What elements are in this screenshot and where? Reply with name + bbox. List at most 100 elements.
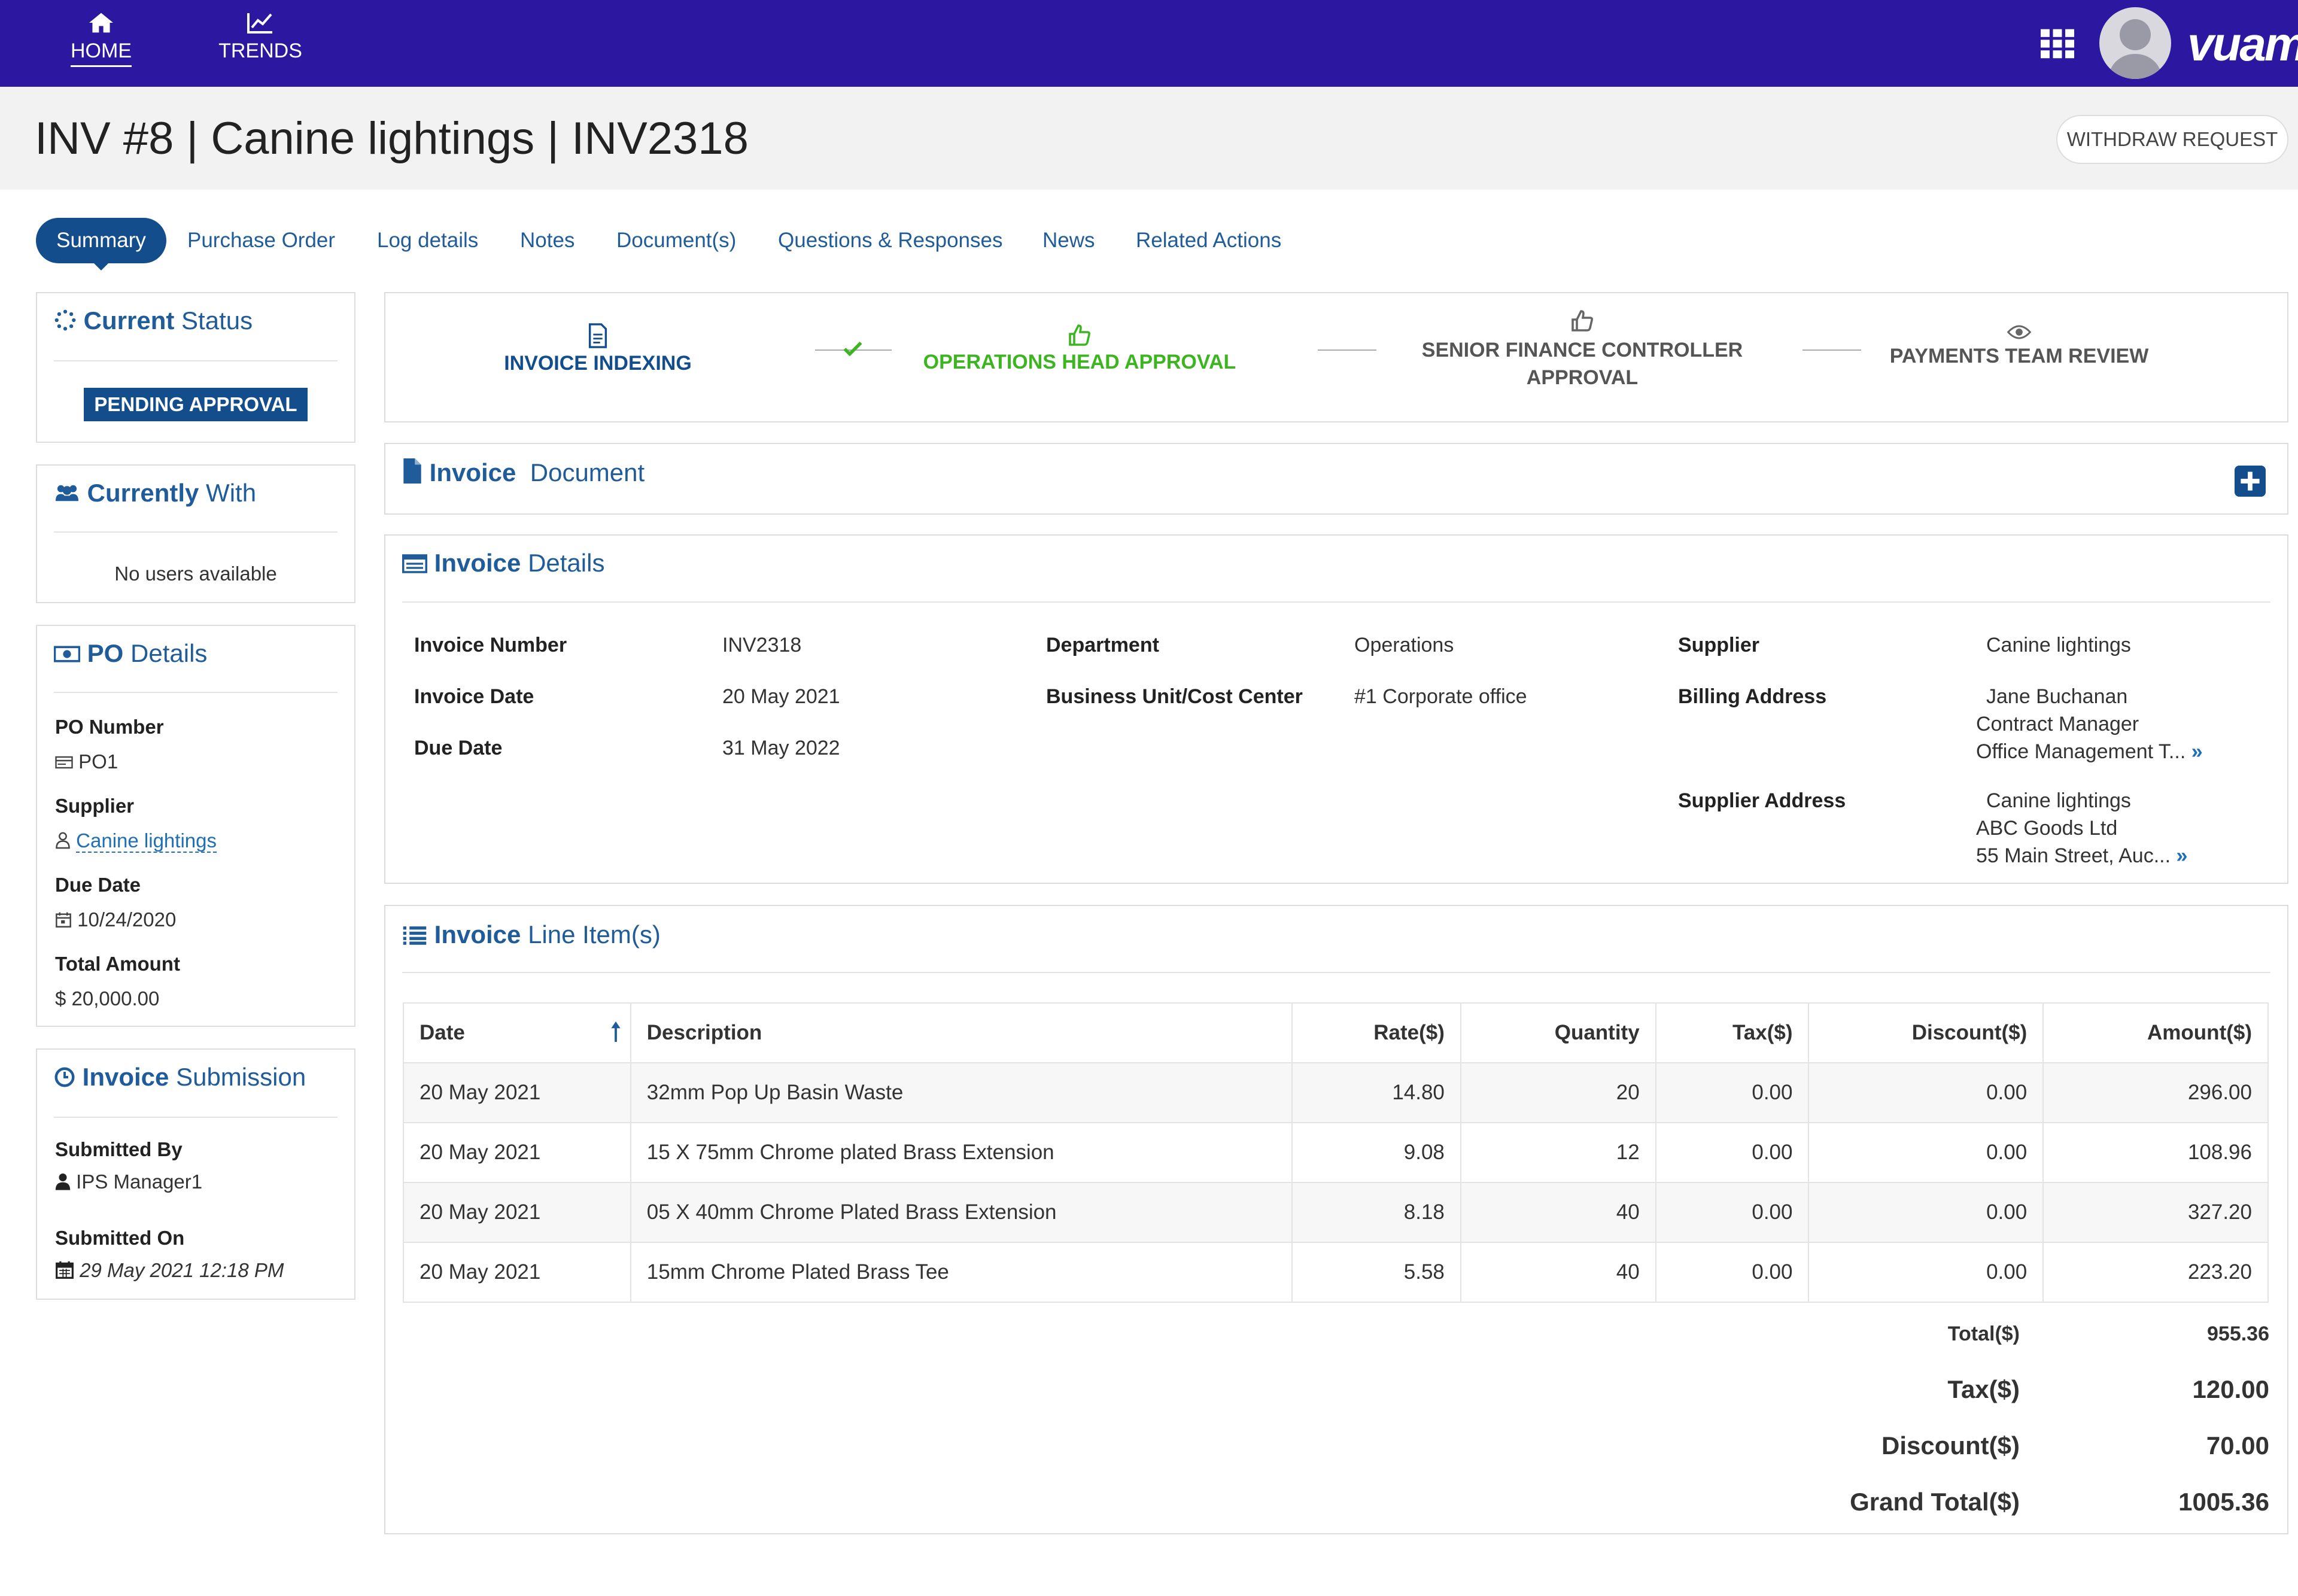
cell-quantity: 12	[1460, 1122, 1656, 1183]
column-header-rate[interactable]: Rate($)	[1291, 1002, 1461, 1063]
column-header-amount[interactable]: Amount($)	[2042, 1002, 2269, 1063]
tab-purchase-order[interactable]: Purchase Order	[187, 218, 335, 263]
invoice-line-items-title: Invoice Line Item(s)	[402, 920, 661, 949]
invoice-submission-title: Invoice Submission	[54, 1063, 306, 1092]
table-row: 20 May 2021 32mm Pop Up Basin Waste 14.8…	[403, 1062, 2269, 1123]
cell-description: 15mm Chrome Plated Brass Tee	[630, 1242, 1293, 1303]
cell-rate: 14.80	[1291, 1062, 1461, 1123]
tax-total-label: Tax($)	[1947, 1375, 2020, 1403]
column-header-tax[interactable]: Tax($)	[1655, 1002, 1810, 1063]
grand-total-value: 1005.36	[2178, 1488, 2269, 1516]
tab-summary[interactable]: Summary	[36, 218, 166, 263]
cell-quantity: 40	[1460, 1182, 1656, 1243]
tab-documents[interactable]: Document(s)	[616, 218, 736, 263]
po-supplier-link[interactable]: Canine lightings	[76, 829, 217, 853]
document-icon	[588, 323, 607, 348]
workflow-step-invoice-indexing: INVOICE INDEXING	[487, 323, 709, 375]
user-icon	[55, 1174, 71, 1190]
cell-discount: 0.00	[1808, 1062, 2044, 1123]
cell-date: 20 May 2021	[403, 1122, 631, 1183]
cell-quantity: 20	[1460, 1062, 1656, 1123]
clock-icon	[54, 1067, 75, 1087]
department-value: Operations	[1354, 634, 1454, 656]
po-due-date-value: 10/24/2020	[55, 908, 176, 931]
current-status-title: Current Status	[54, 306, 253, 335]
user-avatar[interactable]	[2099, 7, 2171, 79]
expand-billing-icon[interactable]: »	[2191, 740, 2203, 763]
tab-related-actions[interactable]: Related Actions	[1136, 218, 1281, 263]
column-header-description[interactable]: Description	[630, 1002, 1293, 1063]
submitted-by-value: IPS Manager1	[55, 1171, 202, 1193]
cell-date: 20 May 2021	[403, 1182, 631, 1243]
sort-asc-icon[interactable]	[610, 1020, 622, 1048]
table-row: 20 May 2021 05 X 40mm Chrome Plated Bras…	[403, 1182, 2269, 1243]
po-total-value: $ 20,000.00	[55, 987, 160, 1010]
cell-rate: 8.18	[1291, 1182, 1461, 1243]
cell-date: 20 May 2021	[403, 1242, 631, 1303]
currently-with-title: Currently With	[54, 479, 256, 507]
expand-supplier-address-icon[interactable]: »	[2177, 844, 2188, 867]
total-label: Total($)	[1947, 1323, 2020, 1345]
workflow-panel: INVOICE INDEXING OPERATIONS HEAD APPROVA…	[384, 292, 2288, 422]
po-supplier-value[interactable]: Canine lightings	[55, 829, 217, 853]
due-date-value: 31 May 2022	[722, 737, 840, 759]
cell-amount: 296.00	[2042, 1062, 2269, 1123]
cell-tax: 0.00	[1655, 1122, 1810, 1183]
supplier-address-line2: ABC Goods Ltd	[1976, 817, 2118, 840]
cell-amount: 223.20	[2042, 1242, 2269, 1303]
divider	[402, 972, 2270, 973]
company-logo: vuam	[2187, 17, 2298, 71]
status-badge: PENDING APPROVAL	[84, 388, 308, 421]
column-header-date[interactable]: Date	[403, 1002, 631, 1063]
invoice-date-label: Invoice Date	[414, 685, 534, 708]
user-outline-icon	[56, 832, 70, 849]
column-header-discount[interactable]: Discount($)	[1808, 1002, 2044, 1063]
cell-rate: 5.58	[1291, 1242, 1461, 1303]
workflow-connector	[1318, 349, 1376, 351]
tab-news[interactable]: News	[1042, 218, 1095, 263]
supplier-link[interactable]: Canine lightings	[1986, 634, 2131, 657]
cell-quantity: 40	[1460, 1242, 1656, 1303]
cell-description: 32mm Pop Up Basin Waste	[630, 1062, 1293, 1123]
check-icon	[843, 341, 862, 357]
cell-tax: 0.00	[1655, 1182, 1810, 1243]
invoice-date-value: 20 May 2021	[722, 685, 840, 708]
supplier-address-line1: Canine lightings	[1986, 789, 2131, 812]
nav-trends[interactable]: TRENDS	[209, 11, 311, 77]
cell-tax: 0.00	[1655, 1062, 1810, 1123]
cell-description: 05 X 40mm Chrome Plated Brass Extension	[630, 1182, 1293, 1243]
invoice-number-value: INV2318	[722, 634, 802, 656]
table-header-row: Date Description Rate($) Quantity Tax($)…	[403, 1002, 2269, 1063]
submitted-on-label: Submitted On	[55, 1227, 185, 1249]
currently-with-card: Currently With No users available	[36, 464, 355, 603]
tab-log-details[interactable]: Log details	[377, 218, 478, 263]
table-row: 20 May 2021 15mm Chrome Plated Brass Tee…	[403, 1242, 2269, 1303]
department-label: Department	[1046, 634, 1159, 656]
billing-address-line2: Contract Manager	[1976, 713, 2139, 735]
cell-date: 20 May 2021	[403, 1062, 631, 1123]
business-unit-value: #1 Corporate office	[1354, 685, 1527, 708]
submitted-by-label: Submitted By	[55, 1138, 183, 1160]
po-number-value: PO1	[55, 750, 118, 773]
nav-home[interactable]: HOME	[50, 11, 152, 77]
invoice-document-title: Invoice Document	[402, 458, 645, 487]
apps-grid-icon[interactable]	[2041, 29, 2074, 62]
page-title: INV #8 | Canine lightings | INV2318	[35, 113, 749, 164]
card-icon	[55, 756, 73, 769]
home-icon	[89, 13, 113, 33]
withdraw-request-button[interactable]: WITHDRAW REQUEST	[2056, 115, 2288, 164]
discount-total-value: 70.00	[2206, 1431, 2269, 1460]
tab-questions-responses[interactable]: Questions & Responses	[778, 218, 1002, 263]
tab-notes[interactable]: Notes	[520, 218, 574, 263]
tax-total-value: 120.00	[2192, 1375, 2269, 1403]
column-header-quantity[interactable]: Quantity	[1460, 1002, 1656, 1063]
current-status-card: Current Status PENDING APPROVAL	[36, 292, 355, 443]
submitted-on-value: 29 May 2021 12:18 PM	[55, 1259, 284, 1282]
add-document-icon[interactable]	[2235, 466, 2266, 497]
billing-address-line1: Jane Buchanan	[1986, 685, 2128, 708]
cell-discount: 0.00	[1808, 1182, 2044, 1243]
workflow-step-senior-finance-controller-approval: SENIOR FINANCE CONTROLLER APPROVAL	[1397, 309, 1768, 391]
grand-total-label: Grand Total($)	[1850, 1488, 2020, 1516]
no-users-text: No users available	[114, 563, 277, 585]
table-row: 20 May 2021 15 X 75mm Chrome plated Bras…	[403, 1122, 2269, 1183]
